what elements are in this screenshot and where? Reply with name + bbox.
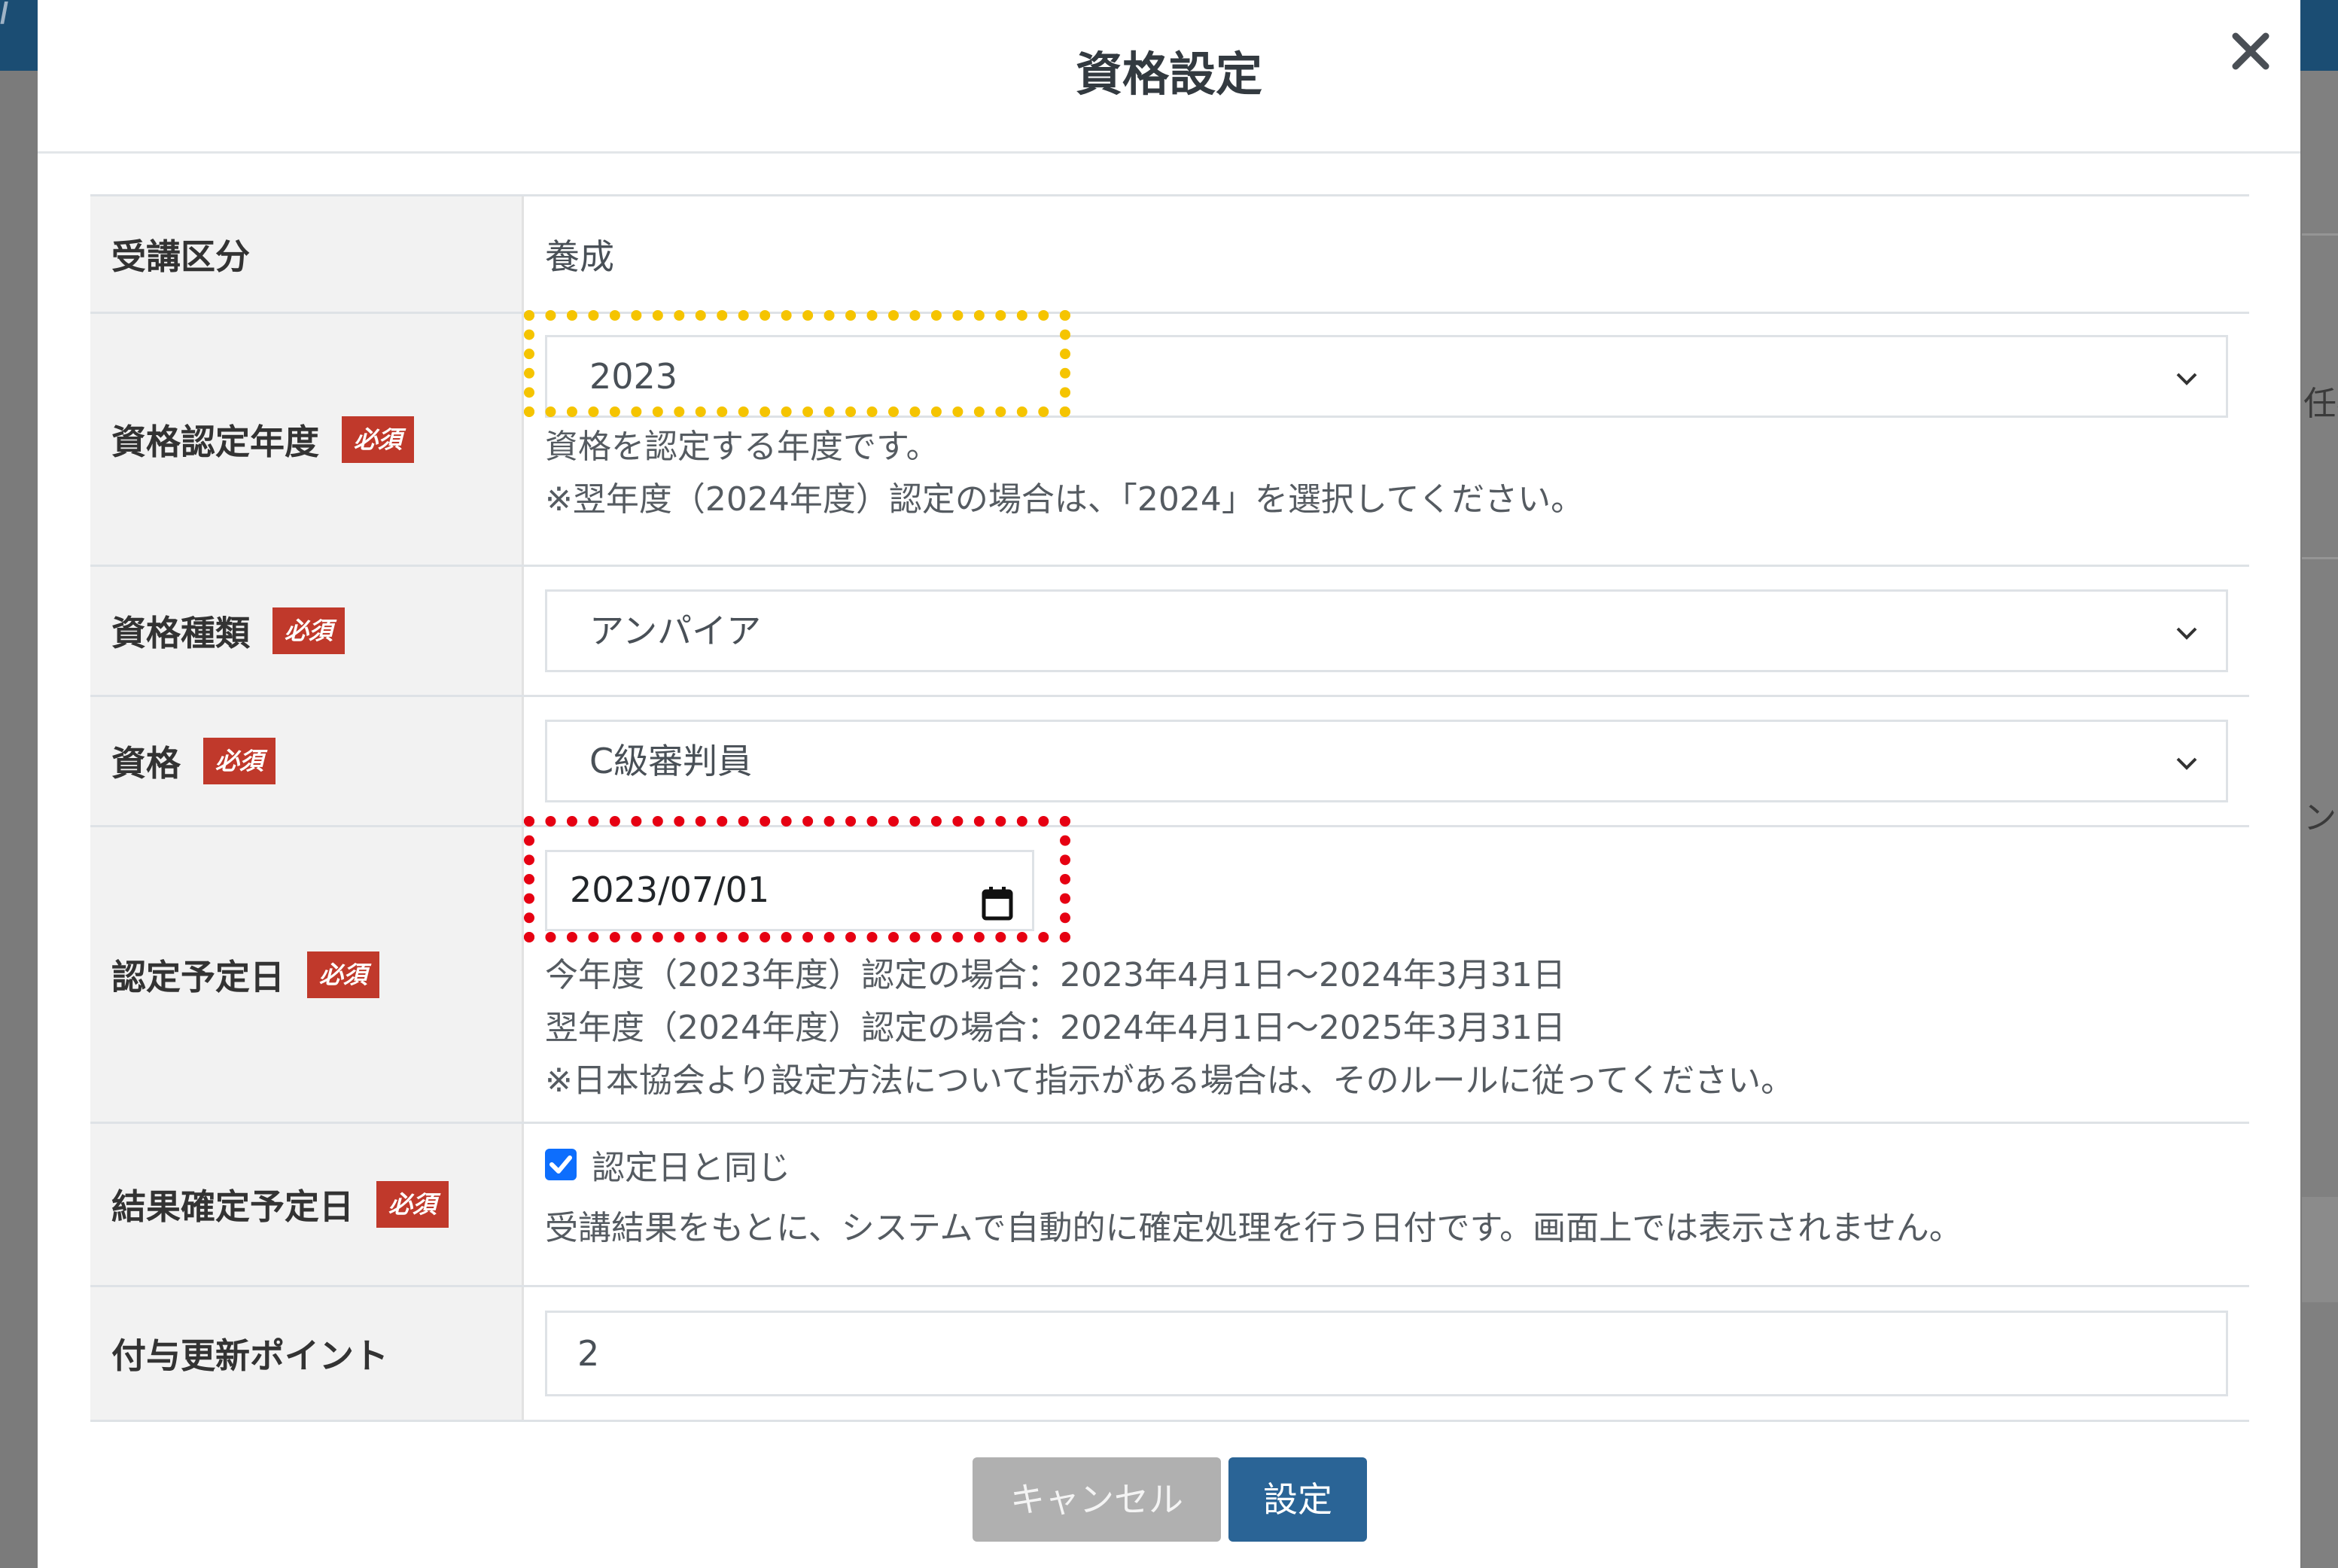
highlight-cert-date (524, 816, 1070, 942)
same-as-cert-date-checkbox[interactable] (545, 1149, 577, 1180)
result-date-cell: 認定日と同じ 受講結果をもとに、システムで自動的に確定処理を行う日付です。画面上… (524, 1124, 2249, 1285)
same-as-cert-date-label[interactable]: 認定日と同じ (592, 1140, 790, 1189)
qualification-label: 資格 必須 (90, 697, 524, 825)
qualification-settings-dialog: 資格設定 受講区分 養成 資格認定年度 必須 2023 資格を認定する年度です。… (38, 0, 2300, 1568)
background-block (2302, 1197, 2338, 1302)
points-cell: 2 (524, 1287, 2249, 1420)
background-divider (2302, 557, 2338, 559)
same-as-cert-date-option: 認定日と同じ (545, 1140, 2228, 1189)
course-type-value: 養成 (545, 236, 614, 277)
qualification-row: 資格 必須 C級審判員 (90, 697, 2249, 827)
chevron-down-icon (2164, 592, 2209, 670)
cert-type-select[interactable]: アンパイア (545, 589, 2228, 672)
form-table: 受講区分 養成 資格認定年度 必須 2023 資格を認定する年度です。 ※翌年度… (90, 194, 2249, 1422)
submit-button[interactable]: 設定 (1228, 1457, 1367, 1542)
cert-date-help-note: ※日本協会より設定方法について指示がある場合は、そのルールに従ってください。 (545, 1061, 1795, 1100)
course-type-cell: 養成 (524, 196, 2249, 312)
cert-type-label: 資格種類 必須 (90, 567, 524, 695)
cert-year-help: 資格を認定する年度です。 (545, 428, 939, 466)
cert-type-cell: アンパイア (524, 567, 2249, 695)
cert-year-row: 資格認定年度 必須 2023 資格を認定する年度です。 ※翌年度（2024年度）… (90, 314, 2249, 567)
required-badge: 必須 (272, 607, 346, 654)
result-date-help: 受講結果をもとに、システムで自動的に確定処理を行う日付です。画面上では表示されま… (545, 1209, 1962, 1247)
points-label: 付与更新ポイント (90, 1287, 524, 1420)
points-input[interactable]: 2 (545, 1311, 2228, 1396)
background-text: ント (2303, 799, 2338, 837)
cert-type-row: 資格種類 必須 アンパイア (90, 567, 2249, 697)
close-icon[interactable] (2221, 21, 2281, 81)
chevron-down-icon (2164, 722, 2209, 800)
result-date-label: 結果確定予定日 必須 (90, 1124, 524, 1285)
cert-year-label: 資格認定年度 必須 (90, 314, 524, 565)
required-badge: 必須 (307, 951, 380, 998)
background-divider (2302, 233, 2338, 236)
course-type-row: 受講区分 養成 (90, 196, 2249, 314)
chevron-down-icon (2164, 337, 2209, 416)
qualification-cell: C級審判員 (524, 697, 2249, 825)
result-date-row: 結果確定予定日 必須 認定日と同じ 受講結果をもとに、システムで自動的に確定処理… (90, 1124, 2249, 1287)
cert-date-help-current: 今年度（2023年度）認定の場合：2023年4月1日～2024年3月31日 (545, 956, 1566, 994)
dialog-title: 資格設定 (1075, 47, 1262, 102)
cert-date-label: 認定予定日 必須 (90, 827, 524, 1122)
points-row: 付与更新ポイント 2 (90, 1287, 2249, 1422)
qualification-select[interactable]: C級審判員 (545, 720, 2228, 802)
course-type-label: 受講区分 (90, 196, 524, 312)
cancel-button[interactable]: キャンセル (973, 1457, 1221, 1542)
cert-date-help-next: 翌年度（2024年度）認定の場合：2024年4月1日～2025年3月31日 (545, 1009, 1566, 1047)
required-badge: 必須 (376, 1181, 449, 1228)
highlight-cert-year (524, 310, 1070, 417)
required-badge: 必須 (342, 416, 415, 463)
background-text: 任者 (2303, 385, 2338, 423)
dialog-header: 資格設定 (38, 0, 2300, 154)
required-badge: 必須 (203, 738, 276, 784)
cert-date-row: 認定予定日 必須 2023/07/01 今年度（2023年度）認定の場合：202… (90, 827, 2249, 1124)
background-logo: / (0, 0, 9, 27)
cert-year-help-note: ※翌年度（2024年度）認定の場合は、「2024」を選択してください。 (545, 480, 1585, 519)
